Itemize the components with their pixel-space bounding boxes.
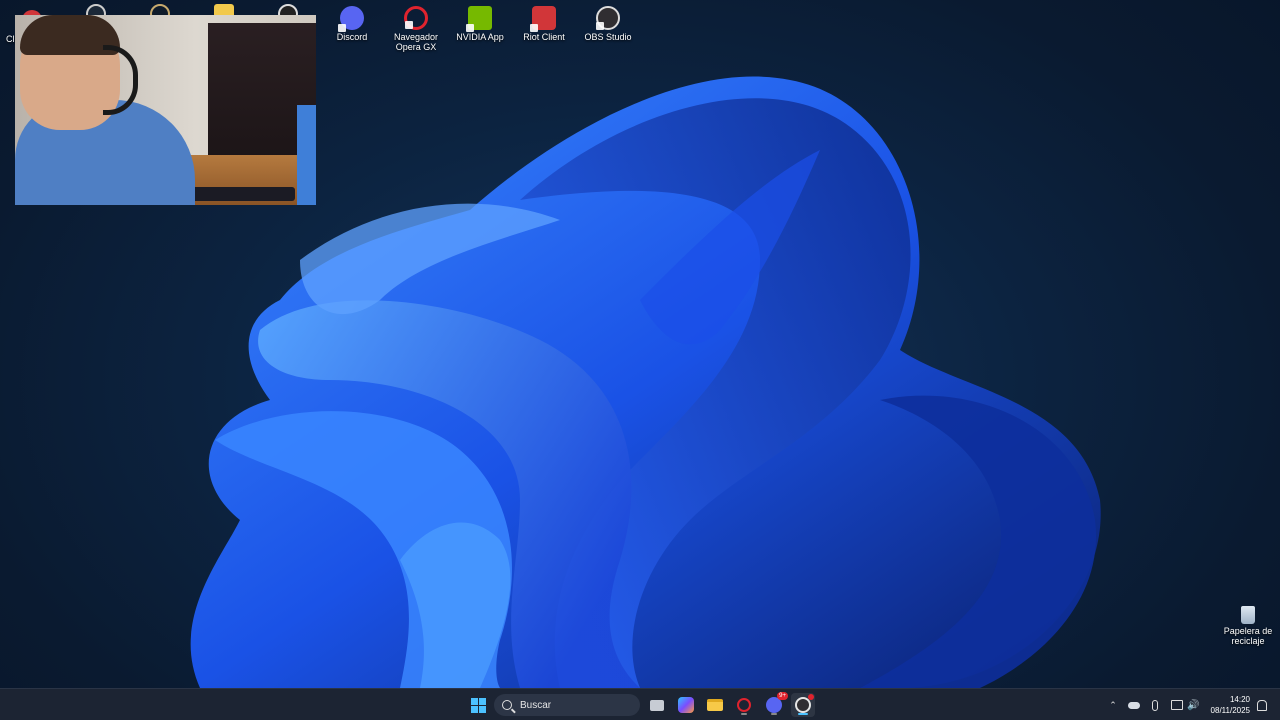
opera-gx-icon <box>737 698 751 712</box>
taskbar: Buscar 9+ ⌃ 🔊 14:20 08/11/2025 <box>0 688 1280 720</box>
desktop-icon-recycle-bin[interactable]: Papelera de reciclaje <box>1216 606 1280 646</box>
start-button[interactable] <box>466 693 490 717</box>
discord-icon: 9+ <box>766 692 788 713</box>
webcam-overlay <box>15 15 316 205</box>
clock[interactable]: 14:20 08/11/2025 <box>1211 694 1250 716</box>
opera-gx-icon <box>404 6 428 30</box>
clock-date: 08/11/2025 <box>1210 706 1250 715</box>
search-icon <box>502 700 512 710</box>
desktop-icon-riot-client[interactable]: Riot Client <box>512 6 576 42</box>
discord-icon <box>338 6 364 32</box>
search-placeholder: Buscar <box>520 699 552 711</box>
network-tray[interactable] <box>1171 689 1183 720</box>
microphone-tray[interactable] <box>1152 689 1158 720</box>
obs-studio-icon <box>795 694 814 713</box>
show-hidden-icons-button[interactable]: ⌃ <box>1106 689 1120 720</box>
desktop-icon-discord[interactable]: Discord <box>320 6 384 42</box>
clock-time: 14:20 <box>1229 695 1250 704</box>
desktop-icon-opera-gx[interactable]: Navegador Opera GX <box>384 6 448 52</box>
volume-tray[interactable]: 🔊 <box>1187 689 1199 720</box>
taskbar-copilot[interactable] <box>674 693 698 717</box>
taskbar-opera-gx[interactable] <box>732 693 756 717</box>
taskbar-obs-studio[interactable] <box>791 693 815 717</box>
notifications-button[interactable] <box>1257 689 1267 720</box>
taskbar-discord[interactable]: 9+ <box>762 692 788 717</box>
taskbar-task-view[interactable] <box>645 693 669 717</box>
chevron-up-icon: ⌃ <box>1109 699 1117 710</box>
obs-studio-icon <box>596 6 620 30</box>
microphone-icon <box>1152 699 1158 711</box>
speaker-icon: 🔊 <box>1187 699 1200 711</box>
network-icon <box>1171 700 1183 710</box>
riot-client-icon <box>530 6 556 32</box>
windows-start-icon <box>470 697 486 713</box>
desktop[interactable]: Cli Discord Navegador Opera GX NVIDIA Ap… <box>0 0 1280 688</box>
notification-badge: 9+ <box>777 692 788 700</box>
desktop-icon-nvidia-app[interactable]: NVIDIA App <box>448 6 512 42</box>
folder-icon <box>707 699 723 711</box>
recycle-bin-icon <box>1241 606 1255 624</box>
task-view-icon <box>650 699 664 711</box>
desktop-icon-obs-studio[interactable]: OBS Studio <box>576 6 640 42</box>
bell-icon <box>1257 699 1267 711</box>
taskbar-file-explorer[interactable] <box>703 693 727 717</box>
onedrive-tray[interactable] <box>1128 689 1140 720</box>
search-box[interactable]: Buscar <box>494 694 640 716</box>
cloud-icon <box>1128 701 1140 709</box>
copilot-icon <box>678 697 694 713</box>
nvidia-icon <box>466 6 492 32</box>
recording-dot <box>808 694 814 700</box>
